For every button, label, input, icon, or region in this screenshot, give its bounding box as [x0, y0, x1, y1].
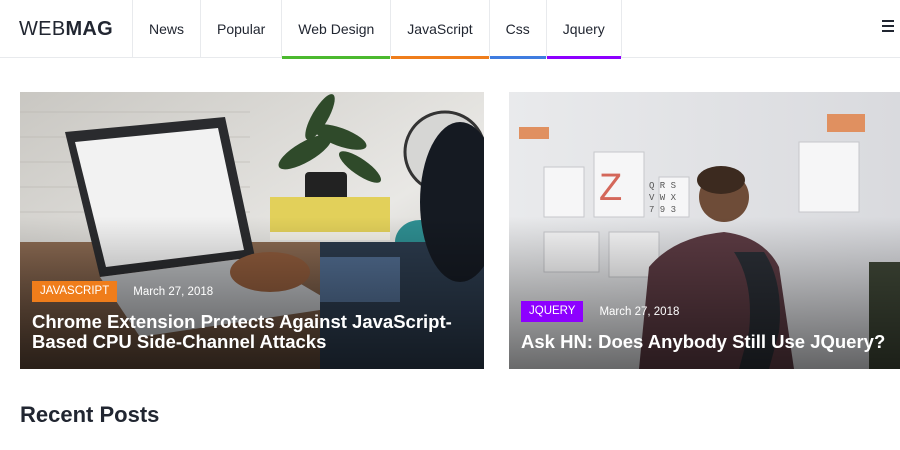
nav-item-javascript[interactable]: JavaScript	[390, 0, 489, 59]
site-header: WEBMAG News Popular Web Design JavaScrip…	[0, 0, 900, 59]
main-nav: News Popular Web Design JavaScript Css J…	[132, 0, 622, 59]
nav-item-label: News	[149, 21, 185, 37]
category-badge[interactable]: JQUERY	[521, 301, 584, 322]
nav-underline-web-design	[282, 56, 391, 59]
logo-text-web: WEB	[19, 18, 66, 40]
post-date: March 27, 2018	[133, 285, 214, 298]
nav-item-jquery[interactable]: Jquery	[545, 0, 622, 59]
post-meta: JQUERY March 27, 2018	[521, 301, 679, 322]
featured-post-card[interactable]: Z Q R S V W X 7 9 3 JQUERY March 27, 201…	[509, 92, 900, 369]
nav-underline-javascript	[391, 56, 489, 59]
nav-item-label: JavaScript	[407, 21, 473, 37]
nav-underline-jquery	[546, 56, 621, 59]
nav-underline-css	[489, 56, 546, 59]
logo-text-mag: MAG	[65, 18, 114, 40]
nav-item-label: Jquery	[562, 21, 605, 37]
nav-item-popular[interactable]: Popular	[200, 0, 281, 58]
post-date: March 27, 2018	[599, 305, 680, 318]
image-shade-overlay	[509, 92, 900, 369]
nav-item-news[interactable]: News	[132, 0, 200, 58]
nav-item-label: Web Design	[298, 21, 375, 37]
post-title[interactable]: Chrome Extension Protects Against JavaSc…	[32, 312, 470, 352]
nav-item-web-design[interactable]: Web Design	[281, 0, 391, 59]
site-logo[interactable]: WEBMAG	[19, 17, 113, 41]
hamburger-menu-icon[interactable]	[882, 20, 894, 32]
category-badge[interactable]: JAVASCRIPT	[32, 281, 118, 302]
nav-item-label: Css	[505, 21, 530, 37]
post-title[interactable]: Ask HN: Does Anybody Still Use JQuery?	[521, 332, 886, 352]
post-meta: JAVASCRIPT March 27, 2018	[32, 281, 213, 302]
nav-item-css[interactable]: Css	[488, 0, 546, 59]
recent-posts-heading: Recent Posts	[20, 402, 160, 427]
featured-post-card[interactable]: JAVASCRIPT March 27, 2018 Chrome Extensi…	[20, 92, 484, 369]
nav-item-label: Popular	[217, 21, 266, 37]
